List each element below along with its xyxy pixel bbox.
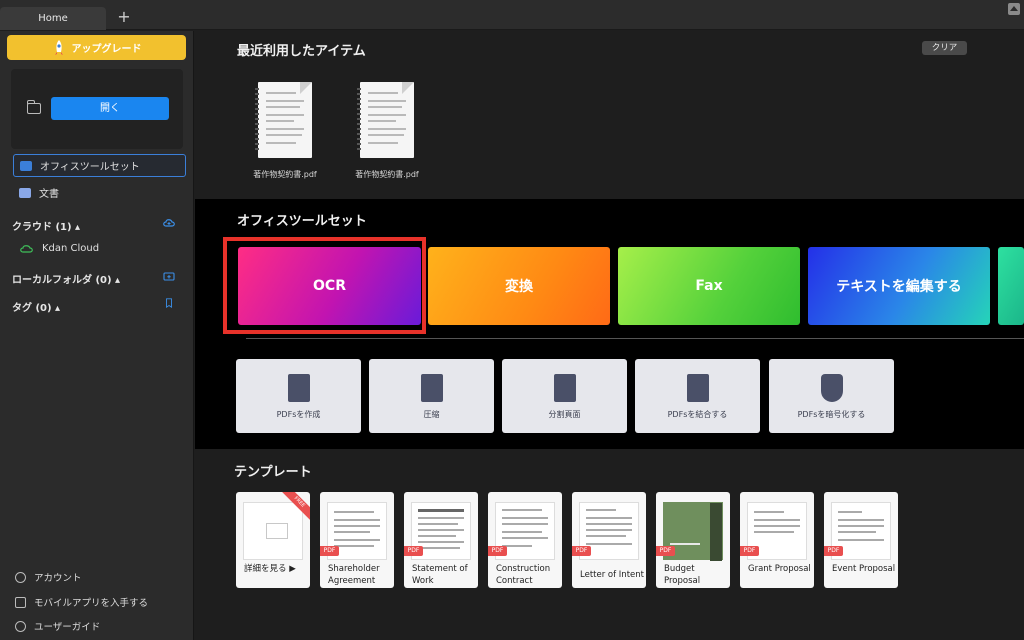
window-control-icon[interactable] [1008,3,1020,15]
document-name: 著作物契約書.pdf [253,170,317,179]
compress-icon [421,374,443,402]
encrypt-pdf-card[interactable]: PDFsを暗号化する [769,359,894,433]
template-card[interactable]: PDF Shareholder Agreement [320,492,394,588]
encrypt-icon [821,374,843,402]
tag-section-header[interactable]: タグ (0) ▴ [12,299,60,314]
add-tab-button[interactable]: + [116,7,132,27]
template-label: Statement of Work [412,564,468,586]
get-mobile-app-label: モバイルアプリを入手する [34,598,149,609]
person-icon [15,571,26,583]
tool-label: PDFsを結合する [667,410,728,419]
more-banner[interactable] [998,247,1024,325]
document-name: 著作物契約書.pdf [355,170,419,179]
pdf-badge: PDF [740,546,759,556]
sidebar: アップグレード 開く オフィスツールセット 文書 クラウド (1) ▴ Kdan… [0,31,194,640]
upgrade-label: アップグレード [71,44,142,55]
pdf-badge: PDF [404,546,423,556]
tab-bar: Home + [0,0,1024,30]
split-icon [554,374,576,402]
banner-label: 変換 [505,279,533,295]
toolbox-icon [20,160,32,171]
tool-label: 圧縮 [423,410,440,419]
banner-label: テキストを編集する [836,279,962,295]
rocket-icon [54,39,63,55]
tool-label: PDFsを作成 [276,410,321,419]
help-icon [15,620,26,632]
recent-document[interactable]: 著作物契約書.pdf [355,82,419,180]
main-content: 最近利用したアイテム クリア 著作物契約書.pdf 著作物契約書.pdf オフィ… [195,31,1024,640]
sidebar-item-kdan-cloud[interactable]: Kdan Cloud [14,237,187,260]
app-window: Home + アップグレード 開く オフィスツールセット 文書 クラウド (1)… [0,0,1024,640]
split-pages-card[interactable]: 分割頁面 [502,359,627,433]
compress-card[interactable]: 圧縮 [369,359,494,433]
folder-icon [27,100,41,114]
pdf-badge: PDF [824,546,843,556]
template-preview [243,502,303,560]
ocr-highlight-frame [223,237,426,334]
sidebar-item-label: 文書 [39,189,59,200]
template-card[interactable]: PDF Budget Proposal [656,492,730,588]
template-label: Shareholder Agreement [328,564,380,586]
divider [246,338,1024,339]
upgrade-button[interactable]: アップグレード [7,35,186,60]
tool-label: 分割頁面 [548,410,581,419]
template-card[interactable]: PDF Event Proposal [824,492,898,588]
user-guide-link[interactable]: ユーザーガイド [15,619,100,633]
banner-label: Fax [695,278,723,294]
open-panel: 開く [11,69,183,149]
document-thumbnail [255,82,312,158]
local-folder-section-header[interactable]: ローカルフォルダ (0) ▴ [12,271,120,286]
get-mobile-app-link[interactable]: モバイルアプリを入手する [15,595,148,609]
templates-section: テンプレート FREE 詳細を見る ▶ PDF Shareholder Agre… [195,449,1024,640]
open-button[interactable]: 開く [51,97,169,120]
template-label: Event Proposal [832,564,896,574]
template-card[interactable]: PDF Statement of Work [404,492,478,588]
pdf-badge: PDF [656,546,675,556]
office-toolset-title: オフィスツールセット [237,214,367,229]
pdf-badge: PDF [572,546,591,556]
folder-add-icon[interactable] [163,271,175,281]
recent-document[interactable]: 著作物契約書.pdf [253,82,317,180]
sidebar-item-label: Kdan Cloud [42,243,100,254]
template-label: Grant Proposal [748,564,811,574]
template-label: Construction Contract [496,564,551,586]
cloud-add-icon[interactable] [163,218,175,228]
document-icon [19,187,31,198]
merge-icon [687,374,709,402]
recent-items-section: 最近利用したアイテム クリア 著作物契約書.pdf 著作物契約書.pdf [195,31,1024,198]
template-label: 詳細を見る ▶ [244,564,296,574]
edit-text-banner[interactable]: テキストを編集する [808,247,990,325]
pdf-badge: PDF [320,546,339,556]
template-card[interactable]: PDF Construction Contract [488,492,562,588]
sidebar-item-office-toolset[interactable]: オフィスツールセット [13,154,186,177]
sidebar-item-documents[interactable]: 文書 [13,181,186,204]
create-pdf-card[interactable]: PDFsを作成 [236,359,361,433]
templates-title: テンプレート [234,465,312,480]
template-label: Letter of Intent [580,570,644,580]
cloud-section-header[interactable]: クラウド (1) ▴ [12,218,80,233]
account-link[interactable]: アカウント [15,570,82,584]
document-thumbnail [357,82,414,158]
tag-add-icon[interactable] [163,298,175,308]
fax-banner[interactable]: Fax [618,247,800,325]
convert-banner[interactable]: 変換 [428,247,610,325]
image-placeholder-icon [266,523,288,539]
template-card[interactable]: PDF Letter of Intent [572,492,646,588]
pdf-badge: PDF [488,546,507,556]
tool-label: PDFsを暗号化する [797,410,866,419]
sidebar-item-label: オフィスツールセット [40,162,140,173]
create-pdf-icon [288,374,310,402]
kdan-cloud-icon [20,244,33,253]
merge-pdf-card[interactable]: PDFsを結合する [635,359,760,433]
recent-items-title: 最近利用したアイテム [237,44,366,59]
template-card[interactable]: PDF Grant Proposal [740,492,814,588]
account-label: アカウント [34,573,82,584]
template-label: Budget Proposal [664,564,701,586]
clear-button[interactable]: クリア [922,41,967,55]
tab-home[interactable]: Home [0,7,106,30]
mobile-icon [15,596,26,608]
user-guide-label: ユーザーガイド [34,622,101,633]
view-more-templates-card[interactable]: FREE 詳細を見る ▶ [236,492,310,588]
